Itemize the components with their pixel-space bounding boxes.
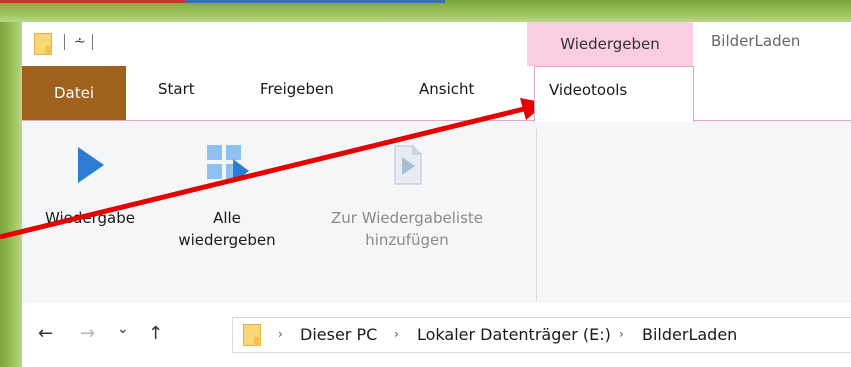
- play-all-button[interactable]: Alle wiedergeben: [157, 145, 297, 251]
- play-all-label-line1: Alle: [213, 209, 241, 227]
- folder-icon: [243, 324, 261, 346]
- play-icon: [78, 147, 104, 183]
- play-button[interactable]: Wiedergabe: [30, 145, 150, 229]
- breadcrumb-separator: ›: [619, 327, 624, 341]
- qat-separator: [64, 34, 65, 50]
- add-to-playlist-button[interactable]: Zur Wiedergabeliste hinzufügen: [307, 145, 507, 251]
- ribbon-group-divider: [536, 129, 537, 301]
- context-tab-group-label: Wiedergeben: [527, 22, 693, 66]
- tab-view[interactable]: Ansicht: [419, 80, 474, 98]
- up-icon[interactable]: ↑: [148, 323, 163, 344]
- ribbon-tabs: Datei Start Freigeben Ansicht Videotools: [22, 66, 851, 122]
- back-icon[interactable]: ←: [38, 323, 53, 344]
- tab-videotools[interactable]: Videotools: [534, 66, 694, 122]
- add-to-playlist-label-line1: Zur Wiedergabeliste: [331, 209, 483, 227]
- add-to-playlist-label-line2: hinzufügen: [365, 231, 449, 249]
- breadcrumb-separator: ›: [278, 327, 283, 341]
- slide-frame-accent-red: [0, 0, 185, 3]
- add-to-playlist-icon: [394, 145, 422, 185]
- quick-access-toolbar: ⩪ Wiedergeben BilderLaden: [22, 22, 851, 66]
- play-all-icon: [207, 145, 249, 183]
- forward-icon[interactable]: →: [80, 323, 95, 344]
- breadcrumb-separator: ›: [394, 327, 399, 341]
- tab-file[interactable]: Datei: [22, 66, 126, 120]
- qat-separator: [92, 34, 93, 50]
- customize-qat-icon[interactable]: ⩪: [74, 34, 86, 50]
- slide-frame-top: [0, 0, 851, 22]
- slide-frame-accent-blue: [185, 0, 445, 3]
- breadcrumb-local-drive[interactable]: Lokaler Datenträger (E:): [417, 325, 611, 344]
- tab-start[interactable]: Start: [158, 80, 195, 98]
- slide-frame-left: [0, 0, 22, 367]
- recent-locations-icon[interactable]: ⌄: [117, 321, 129, 337]
- folder-icon[interactable]: [34, 33, 52, 55]
- tab-share[interactable]: Freigeben: [260, 80, 334, 98]
- window-title: BilderLaden: [711, 32, 801, 50]
- address-bar[interactable]: › Dieser PC › Lokaler Datenträger (E:) ›…: [232, 317, 851, 353]
- navigation-bar: ← → ⌄ ↑ › Dieser PC › Lokaler Datenträge…: [22, 303, 851, 367]
- ribbon-panel: Wiedergabe Alle wiedergeben Zur Wiederga…: [22, 120, 851, 305]
- breadcrumb-bilderladen[interactable]: BilderLaden: [642, 325, 737, 344]
- explorer-window: ⩪ Wiedergeben BilderLaden Datei Start Fr…: [22, 22, 851, 367]
- breadcrumb-this-pc[interactable]: Dieser PC: [300, 325, 377, 344]
- play-all-label-line2: wiedergeben: [178, 231, 276, 249]
- play-label: Wiedergabe: [44, 209, 135, 227]
